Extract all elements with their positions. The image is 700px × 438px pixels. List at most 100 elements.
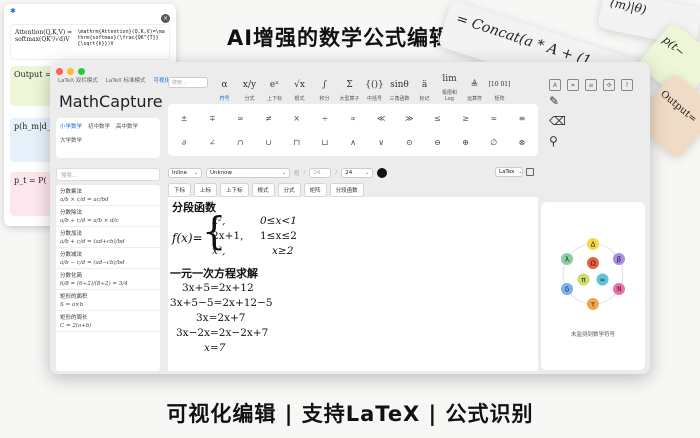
symbol-button[interactable]: ≤ [423, 114, 451, 123]
symbol-button[interactable]: ∅ [480, 138, 508, 147]
symbol-button[interactable]: ≈ [480, 114, 508, 123]
symbol-button[interactable]: ≥ [452, 114, 480, 123]
list-item[interactable]: 分数减法 a/b − c/d = (ad−cb)/bd [56, 248, 160, 269]
grade-middle[interactable]: 初中数学 [88, 122, 110, 130]
list-item[interactable]: 分数乘法 a/b × c/d = ac/bd [56, 185, 160, 206]
pencil-icon[interactable]: ✎ [549, 94, 559, 108]
formula-list: 分数乘法 a/b × c/d = ac/bd 分数除法 a/b ÷ c/d = a/… [56, 185, 160, 371]
symbol-button[interactable]: × [283, 114, 311, 123]
radical-button[interactable]: 根式 [251, 183, 275, 197]
grade-university[interactable]: 大学数学 [60, 136, 82, 144]
list-item[interactable]: 分数加法 a/b + c/d = (ad+cb)/bd [56, 227, 160, 248]
zoom-window-button[interactable] [78, 68, 85, 75]
document-icon[interactable]: ≡ [585, 79, 597, 91]
list-item[interactable]: 分数化简 6/8 = (6÷2)/(8÷2) = 3/4 [56, 269, 160, 290]
copy-icon[interactable] [526, 168, 534, 176]
list-item[interactable]: 矩形的面积 S = a×b [56, 290, 160, 311]
toolbar-bracket[interactable]: {()} 中括号 [362, 75, 387, 102]
fraction-button[interactable]: 分式 [277, 183, 301, 197]
symbol-button[interactable]: ∞ [226, 114, 254, 123]
puzzle-icon[interactable]: ✣ [603, 79, 615, 91]
select-value: LaTex [499, 169, 515, 175]
symbol-button[interactable]: ⊖ [423, 138, 451, 147]
symbol-button[interactable]: ∩ [226, 138, 254, 147]
output-format-select[interactable]: LaTex ⌄ [495, 167, 523, 177]
tab-latex-split[interactable]: LaTeX 双栏模式 [58, 76, 98, 84]
minimize-window-button[interactable] [67, 68, 74, 75]
template-buttons: 下标 上标 上下标 根式 分式 矩阵 分段函数 [168, 183, 364, 197]
close-window-button[interactable] [56, 68, 63, 75]
toolbar-operator[interactable]: ≜ 运算符 [462, 75, 487, 102]
toolbar-fraction[interactable]: x/y 分式 [237, 75, 262, 102]
toolbar-large-operator[interactable]: Σ 大型算子 [337, 75, 362, 102]
toolbar-matrix[interactable]: [10 01] 矩阵 [487, 75, 512, 102]
grade-high[interactable]: 高中数学 [116, 122, 138, 130]
symbol-button[interactable]: ∨ [367, 138, 395, 147]
formula-card-attention[interactable]: Attention(Q,K,V) = softmax(QKᵀ/√d)V \mat… [10, 24, 170, 60]
toolbar-label: 中括号 [366, 96, 382, 102]
toolbar-label: 上下标 [266, 96, 282, 102]
matrix-button[interactable]: 矩阵 [303, 183, 327, 197]
list-item[interactable]: 分数除法 a/b ÷ c/d = a/b × d/c [56, 206, 160, 227]
toolbar-script[interactable]: eˣ 上下标 [262, 75, 287, 102]
symbol-button[interactable]: ∧ [339, 138, 367, 147]
toolbar-symbols[interactable]: α 符号 [212, 75, 237, 102]
toolbar-label: 运算符 [466, 96, 482, 102]
display-mode-select[interactable]: Inline ⌄ [168, 168, 202, 178]
list-item-formula: a/b ÷ c/d = a/b × d/c [60, 218, 119, 224]
toolbar-accent[interactable]: ä 标记 [412, 75, 437, 102]
toolbar-label: 三角函数 [389, 96, 410, 102]
eraser-icon[interactable]: ⌫ [549, 114, 566, 128]
help-icon[interactable]: ? [621, 79, 633, 91]
formula-editor[interactable]: 分段函数 f(x)= { x², 0≤x<1 2x+1, 1≤x≤2 x³, x… [168, 197, 538, 371]
card-formula: p_t = P( [14, 176, 47, 185]
symbol-button[interactable]: ⊔ [311, 138, 339, 147]
symbol-button[interactable]: ∝ [339, 114, 367, 123]
symbol-button[interactable]: ∂ [170, 138, 198, 147]
symbol-node: β [612, 253, 625, 265]
card-latex: \mathrm{Attention}(Q,K,V)=\mathrm{softma… [77, 29, 165, 47]
script-icon: eˣ [269, 80, 280, 90]
search-input[interactable]: 搜索... [56, 168, 160, 181]
toolbar-integral[interactable]: ∫ 积分 [312, 75, 337, 102]
symbol-button[interactable]: ≡ [508, 114, 536, 123]
symbol-button[interactable]: ∓ [198, 114, 226, 123]
toolbar-radical[interactable]: √x 根式 [287, 75, 312, 102]
brush-icon[interactable]: ⚲ [549, 134, 558, 148]
ai-recognize-icon[interactable]: A [549, 79, 561, 91]
toolbar-limit-log[interactable]: lim 极限和 Log [437, 69, 462, 102]
symbol-button[interactable]: ± [170, 114, 198, 123]
grade-primary[interactable]: 小学数学 [60, 122, 82, 130]
symbol-button[interactable]: ≠ [254, 114, 282, 123]
symbol-button[interactable]: ⊗ [508, 138, 536, 147]
symbol-button[interactable]: ÷ [311, 114, 339, 123]
weight-label: 粗 [294, 171, 300, 177]
scan-icon[interactable]: ⌗ [567, 79, 579, 91]
toolbar-trig[interactable]: sinθ 三角函数 [387, 75, 412, 102]
symbol-button[interactable]: ≪ [367, 114, 395, 123]
superscript-button[interactable]: 上标 [194, 183, 218, 197]
chevron-down-icon: ⌄ [365, 170, 370, 176]
symbol-button[interactable]: ⊙ [395, 138, 423, 147]
list-item[interactable]: 矩形的周长 C = 2(a+b) [56, 311, 160, 332]
toolbar-search-input[interactable]: 搜索... [168, 77, 208, 88]
close-icon[interactable]: × [161, 14, 170, 23]
sub-superscript-button[interactable]: 上下标 [220, 183, 249, 197]
handwriting-canvas[interactable]: Δβ ℜτ δ λ Ω ∞ π 未监测到数学符号 [541, 202, 645, 370]
font-select[interactable]: Unknow ⌄ [206, 168, 290, 178]
symbol-button[interactable]: ≫ [395, 114, 423, 123]
equation-step: x=7 [204, 342, 226, 354]
symbol-button[interactable]: ∪ [254, 138, 282, 147]
font-size-select[interactable]: 24 ⌄ [341, 168, 374, 178]
symbol-button[interactable]: ⊕ [452, 138, 480, 147]
piecewise-button[interactable]: 分段函数 [329, 183, 364, 197]
pin-icon[interactable]: ✱ [10, 7, 16, 15]
toolbar-label: 大型算子 [339, 96, 360, 102]
tab-latex-standard[interactable]: LaTeX 标准模式 [106, 76, 146, 84]
symbol-button[interactable]: ⊓ [283, 138, 311, 147]
size-a-select[interactable]: 24 [309, 168, 332, 178]
chevron-down-icon: ⌄ [281, 170, 286, 176]
symbol-button[interactable]: ∠ [198, 138, 226, 147]
color-picker[interactable] [377, 168, 388, 178]
subscript-button[interactable]: 下标 [168, 183, 192, 197]
